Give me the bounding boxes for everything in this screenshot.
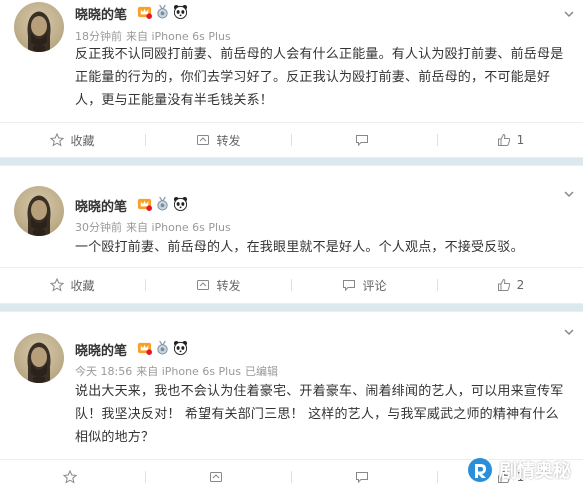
post-card: 晓晓的笔 30分钟前 来自 iPhone 6s Plus 一个殴打前妻、前岳母的人… [0, 166, 583, 303]
vip-crown-icon[interactable] [137, 196, 152, 211]
post-text: 一个殴打前妻、前岳母的人，在我眼里就不是好人。个人观点，不接受反驳。 [75, 240, 524, 255]
post-time[interactable]: 30分钟前 [75, 221, 122, 234]
post-meta: 18分钟前 来自 iPhone 6s Plus [75, 28, 239, 44]
medal-icon[interactable] [155, 196, 170, 211]
post-text: 反正我不认同殴打前妻、前岳母的人会有什么正能量。有人认为殴打前妻、前岳母是正能量… [75, 47, 564, 108]
post-card: 晓晓的笔 18分钟前 来自 iPhone 6s Plus 反正我不认同殴打前妻、前… [0, 0, 583, 157]
post-meta: 今天 18:56 来自 iPhone 6s Plus 已编辑 [75, 363, 282, 379]
post-text: 说出大天来，我也不会认为住着豪宅、开着豪车、闹着绯闻的艺人，可以用来宣传军队！我… [75, 384, 564, 445]
post-source: 来自 iPhone 6s Plus [136, 365, 241, 378]
repost-button[interactable]: 转发 [146, 268, 291, 302]
like-count: 1 [516, 133, 525, 147]
thumbs-up-icon [497, 133, 510, 146]
comment-button[interactable] [292, 123, 437, 157]
post-source: 来自 iPhone 6s Plus [126, 221, 231, 234]
edited-label: 已编辑 [244, 365, 278, 378]
feed-separator [0, 303, 583, 312]
chevron-down-icon[interactable] [563, 8, 575, 20]
post-time[interactable]: 18分钟前 [75, 30, 122, 43]
feed-separator [0, 157, 583, 166]
star-icon [50, 278, 65, 292]
like-count: 2 [516, 278, 525, 292]
star-icon [62, 470, 77, 484]
avatar[interactable] [14, 333, 64, 383]
thumbs-up-icon [497, 278, 510, 291]
author-name[interactable]: 晓晓的笔 [75, 340, 127, 359]
panda-icon[interactable] [173, 4, 188, 19]
post-action-bar: 收藏 转发 1 [0, 122, 583, 157]
medal-icon[interactable] [155, 340, 170, 355]
chevron-down-icon[interactable] [563, 188, 575, 200]
favorite-button[interactable]: 收藏 [0, 123, 145, 157]
comment-icon [355, 472, 368, 484]
watermark-text: 剧情奥秘 [499, 461, 571, 482]
like-button[interactable]: 1 [438, 123, 583, 157]
repost-label: 转发 [216, 278, 241, 293]
comment-label: 评论 [362, 278, 387, 293]
medal-icon[interactable] [155, 4, 170, 19]
comment-icon [355, 135, 368, 147]
repost-button[interactable]: 转发 [146, 123, 291, 157]
like-button[interactable]: 2 [438, 268, 583, 302]
comment-icon [343, 280, 356, 292]
avatar[interactable] [14, 2, 64, 52]
author-badges [137, 195, 188, 211]
watermark: 剧情奥秘 [467, 457, 571, 483]
panda-icon[interactable] [173, 340, 188, 355]
vip-crown-icon[interactable] [137, 4, 152, 19]
favorite-label: 收藏 [70, 278, 95, 293]
repost-icon [209, 472, 222, 482]
panda-icon[interactable] [173, 196, 188, 211]
chevron-down-icon[interactable] [563, 326, 575, 338]
author-badges [137, 3, 188, 19]
author-name[interactable]: 晓晓的笔 [75, 196, 127, 215]
post-meta: 30分钟前 来自 iPhone 6s Plus [75, 219, 239, 235]
comment-button[interactable] [292, 460, 437, 493]
watermark-logo-icon [468, 458, 492, 482]
author-name[interactable]: 晓晓的笔 [75, 4, 127, 23]
favorite-button[interactable] [0, 460, 145, 493]
vip-crown-icon[interactable] [137, 340, 152, 355]
post-source: 来自 iPhone 6s Plus [126, 30, 231, 43]
weibo-feed: 晓晓的笔 18分钟前 来自 iPhone 6s Plus 反正我不认同殴打前妻、前… [0, 0, 583, 493]
repost-button[interactable] [146, 460, 291, 493]
star-icon [50, 133, 65, 147]
repost-label: 转发 [216, 133, 241, 148]
author-badges [137, 339, 188, 355]
post-time[interactable]: 今天 18:56 [75, 365, 132, 378]
post-action-bar: 收藏 转发 评论 2 [0, 267, 583, 302]
comment-button[interactable]: 评论 [292, 268, 437, 302]
repost-icon [197, 280, 210, 290]
avatar[interactable] [14, 186, 64, 236]
repost-icon [197, 135, 210, 145]
favorite-label: 收藏 [70, 133, 95, 148]
favorite-button[interactable]: 收藏 [0, 268, 145, 302]
